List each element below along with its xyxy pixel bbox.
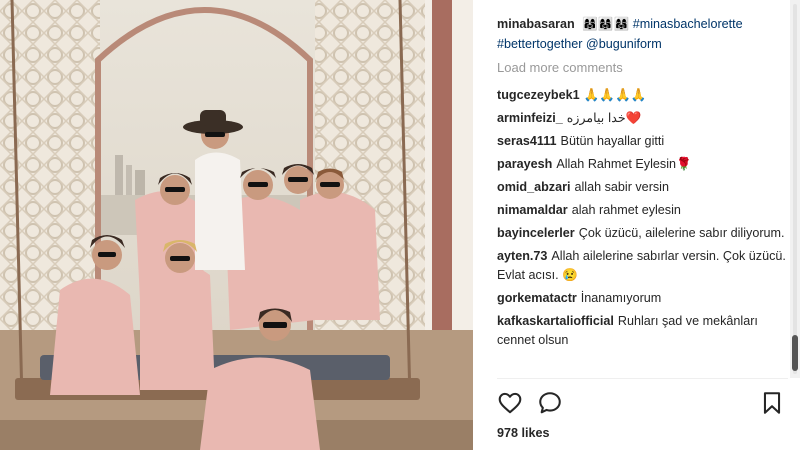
comment-username[interactable]: seras4111 xyxy=(497,134,557,148)
comment-item: bayincelerler Çok üzücü, ailelerine sabır… xyxy=(497,224,788,243)
caption-hashtag-2[interactable]: #bettertogether xyxy=(497,37,582,51)
comment-button[interactable] xyxy=(537,390,565,418)
bookmark-icon xyxy=(763,392,781,414)
comment-text: Allah Rahmet Eylesin🌹 xyxy=(556,157,692,171)
caption-author[interactable]: minabasaran xyxy=(497,17,575,31)
caption: minabasaran 👩‍👩‍👧👩‍👩‍👧👩‍👩‍👧 #minasbachel… xyxy=(497,14,788,54)
comment-item: seras4111 Bütün hayallar gitti xyxy=(497,132,788,151)
comment-bubble-icon xyxy=(539,392,561,414)
comment-text: allah sabir versin xyxy=(574,180,669,194)
comment-username[interactable]: arminfeizi_ xyxy=(497,111,563,125)
post-actions xyxy=(497,390,782,418)
bachelorette-group-photo xyxy=(0,0,473,450)
comment-username[interactable]: kafkaskartaliofficial xyxy=(497,314,614,328)
scrollbar-track xyxy=(793,4,797,374)
comments-scrollbar[interactable] xyxy=(790,0,800,378)
caption-mention[interactable]: @buguniform xyxy=(586,37,662,51)
load-more-comments-link[interactable]: Load more comments xyxy=(497,60,788,75)
comment-item: tugcezeybek1 🙏🙏🙏🙏 xyxy=(497,86,788,105)
comment-text: İnanamıyorum xyxy=(580,291,662,305)
caption-emoji: 👩‍👩‍👧👩‍👩‍👧👩‍👩‍👧 xyxy=(582,17,630,31)
comment-item: kafkaskartaliofficial Ruhları şad ve mekâ… xyxy=(497,312,788,350)
comment-username[interactable]: nimamaldar xyxy=(497,203,568,217)
comment-text: alah rahmet eylesin xyxy=(571,203,681,217)
comment-username[interactable]: omid_abzari xyxy=(497,180,570,194)
comment-text: خدا بیامرزه❤️ xyxy=(566,111,642,125)
comment-item: ayten.73 Allah ailelerine sabırlar versin… xyxy=(497,247,788,285)
scrollbar-thumb[interactable] xyxy=(792,335,798,371)
comment-item: nimamaldar alah rahmet eylesin xyxy=(497,201,788,220)
comment-item: gorkematactr İnanamıyorum xyxy=(497,289,788,308)
heart-icon xyxy=(498,392,522,414)
comments-list[interactable]: minabasaran 👩‍👩‍👧👩‍👩‍👧👩‍👩‍👧 #minasbachel… xyxy=(473,0,788,378)
post-photo[interactable] xyxy=(0,0,473,450)
like-button[interactable] xyxy=(497,390,525,418)
comment-item: parayesh Allah Rahmet Eylesin🌹 xyxy=(497,155,788,174)
comment-item: arminfeizi_ خدا بیامرزه❤️ xyxy=(497,109,788,128)
comment-username[interactable]: ayten.73 xyxy=(497,249,547,263)
comment-username[interactable]: parayesh xyxy=(497,157,552,171)
actions-divider xyxy=(497,378,788,379)
comment-username[interactable]: tugcezeybek1 xyxy=(497,88,580,102)
comment-text: 🙏🙏🙏🙏 xyxy=(583,88,647,102)
comment-username[interactable]: gorkematactr xyxy=(497,291,577,305)
likes-count[interactable]: 978 likes xyxy=(497,426,550,440)
comment-text: Bütün hayallar gitti xyxy=(560,134,665,148)
comment-item: omid_abzari allah sabir versin xyxy=(497,178,788,197)
save-button[interactable] xyxy=(759,390,787,418)
comment-username[interactable]: bayincelerler xyxy=(497,226,575,240)
comment-text: Çok üzücü, ailelerine sabır diliyorum. xyxy=(578,226,785,240)
caption-hashtag[interactable]: #minasbachelorette xyxy=(633,17,743,31)
post-sidebar: minabasaran 👩‍👩‍👧👩‍👩‍👧👩‍👩‍👧 #minasbachel… xyxy=(473,0,800,450)
